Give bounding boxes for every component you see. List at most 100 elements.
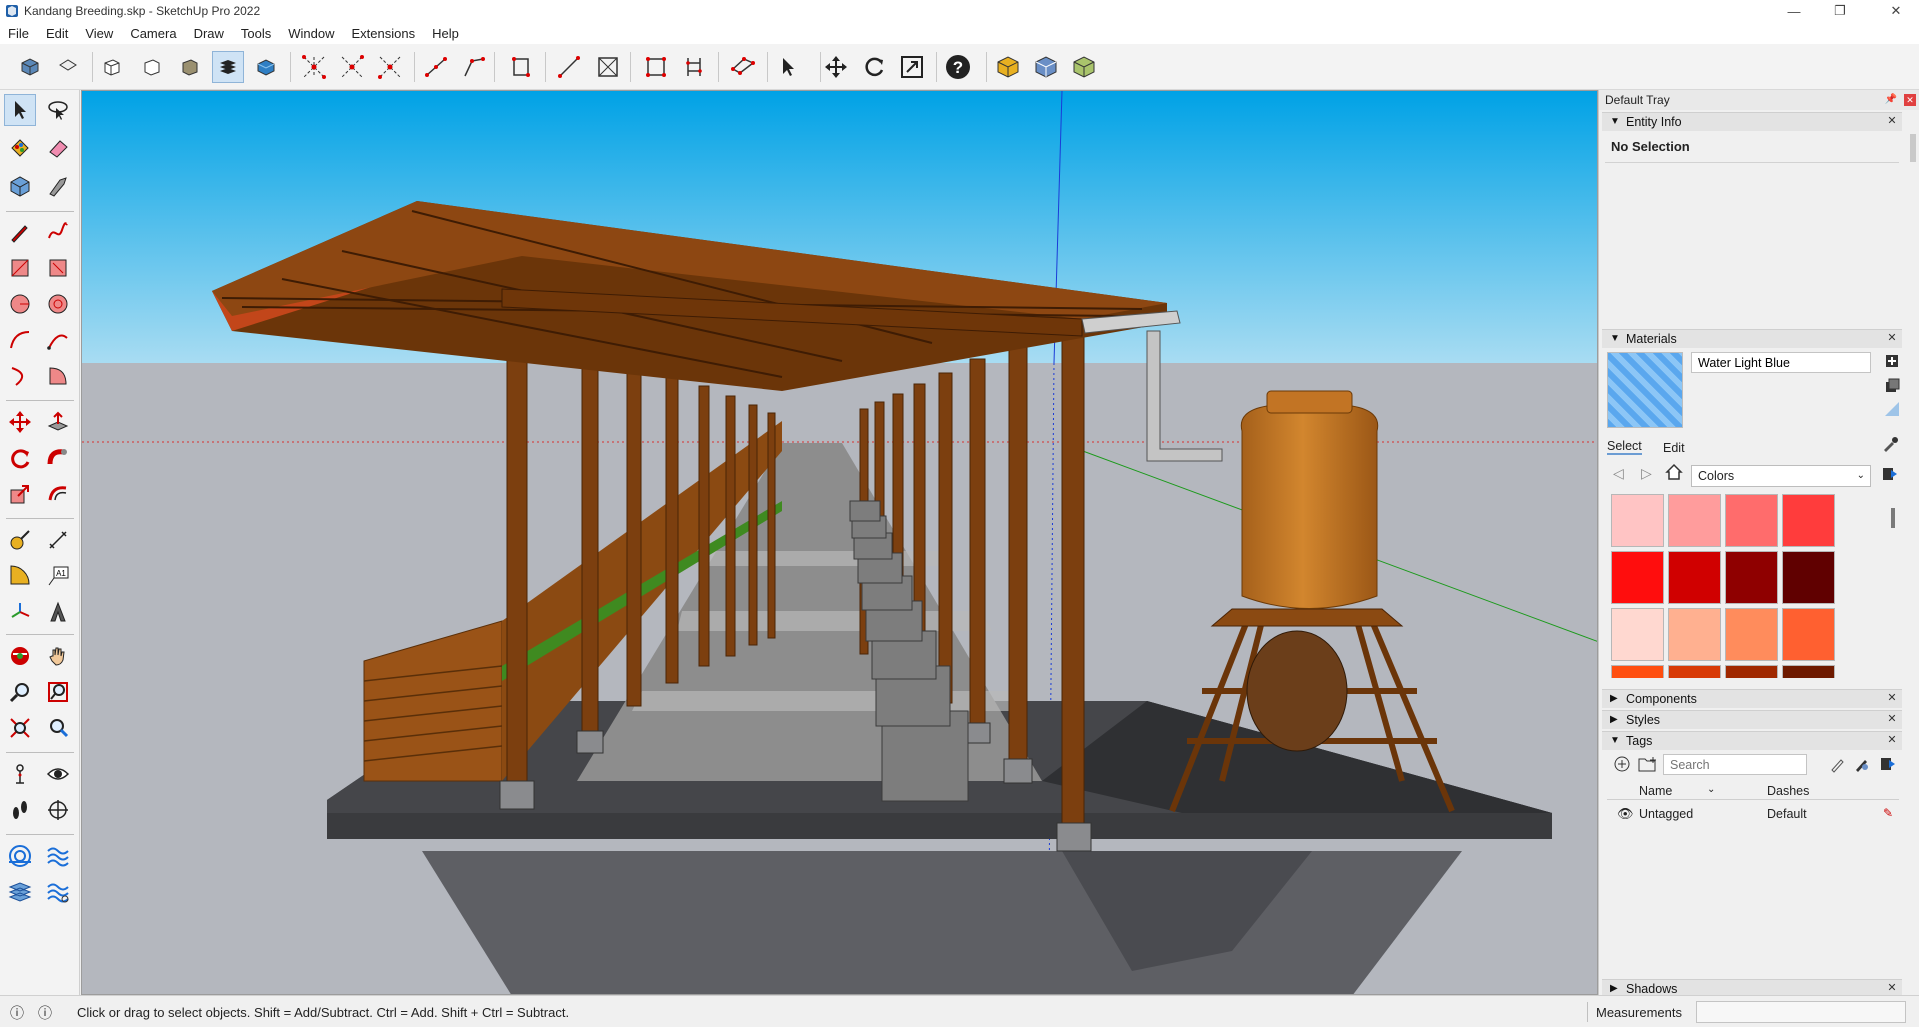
follow-me-icon[interactable] bbox=[42, 442, 74, 474]
model-viewport[interactable] bbox=[81, 90, 1598, 995]
paint-bucket-icon[interactable] bbox=[4, 132, 36, 164]
menu-window[interactable]: Window bbox=[288, 26, 334, 41]
visibility-eye-icon[interactable]: 👁 bbox=[1617, 806, 1634, 822]
tags-search-input[interactable] bbox=[1663, 754, 1807, 775]
rotated-rectangle-icon[interactable] bbox=[42, 252, 74, 284]
back-arrow-icon[interactable]: ◁ bbox=[1613, 465, 1624, 482]
panel-close-icon[interactable]: ✕ bbox=[1886, 714, 1898, 726]
sandbox-contours-icon[interactable] bbox=[4, 840, 36, 872]
duplicate-material-icon[interactable] bbox=[1883, 376, 1901, 394]
rotate-tool-icon[interactable] bbox=[4, 442, 36, 474]
panel-close-icon[interactable]: ✕ bbox=[1886, 983, 1898, 995]
menu-view[interactable]: View bbox=[85, 26, 113, 41]
rectangle-icon[interactable] bbox=[4, 252, 36, 284]
position-camera-icon[interactable] bbox=[4, 758, 36, 790]
tags-header[interactable]: ▼ Tags ✕ bbox=[1602, 731, 1902, 750]
material-name-field[interactable] bbox=[1691, 352, 1871, 373]
restore-button[interactable]: ❐ bbox=[1817, 0, 1863, 22]
sandbox-scratch-icon[interactable] bbox=[42, 840, 74, 872]
panel-close-icon[interactable]: ✕ bbox=[1886, 693, 1898, 705]
freehand-icon[interactable] bbox=[42, 216, 74, 248]
select-tool-icon[interactable] bbox=[4, 94, 36, 126]
material-swatch[interactable] bbox=[1668, 494, 1721, 547]
material-swatch[interactable] bbox=[1611, 551, 1664, 604]
material-swatch[interactable] bbox=[1782, 608, 1835, 661]
axes-rotate-icon[interactable] bbox=[336, 51, 368, 83]
push-pull-icon[interactable] bbox=[42, 406, 74, 438]
extension-warehouse-icon[interactable] bbox=[1030, 51, 1062, 83]
walk-footprints-icon[interactable] bbox=[4, 794, 36, 826]
status-help-icon[interactable]: ⓘ bbox=[38, 1003, 52, 1023]
arc-tool-icon[interactable] bbox=[4, 324, 36, 356]
polygon-icon[interactable] bbox=[42, 288, 74, 320]
make-component-icon[interactable] bbox=[4, 170, 36, 202]
offset-tool-icon[interactable] bbox=[42, 478, 74, 510]
layers-stack-icon[interactable] bbox=[212, 51, 244, 83]
swatch-scrollbar[interactable] bbox=[1891, 508, 1895, 528]
protractor-icon[interactable] bbox=[4, 560, 36, 592]
pie-icon[interactable] bbox=[42, 360, 74, 392]
shaded-textures-icon[interactable] bbox=[250, 51, 282, 83]
eyedropper-icon[interactable] bbox=[1881, 435, 1899, 453]
materials-header[interactable]: ▼ Materials ✕ bbox=[1602, 329, 1902, 348]
two-point-arc-icon[interactable] bbox=[42, 324, 74, 356]
zoom-extents-tool-icon[interactable] bbox=[4, 712, 36, 744]
panel-close-icon[interactable]: ✕ bbox=[1886, 735, 1898, 747]
dimension-tool-icon[interactable] bbox=[42, 524, 74, 556]
components-header[interactable]: ▶ Components ✕ bbox=[1602, 689, 1902, 708]
tags-col-name[interactable]: Name bbox=[1639, 784, 1672, 798]
sandbox-smoove-icon[interactable] bbox=[4, 876, 36, 908]
default-material-icon[interactable] bbox=[1883, 400, 1901, 418]
help-icon[interactable]: ? bbox=[942, 51, 974, 83]
zoom-extents-icon[interactable] bbox=[896, 51, 928, 83]
tape-measure-icon[interactable] bbox=[4, 524, 36, 556]
look-around-eye-icon[interactable] bbox=[42, 758, 74, 790]
tag-tool-icon[interactable] bbox=[42, 170, 74, 202]
scale-tool-icon[interactable] bbox=[4, 478, 36, 510]
section-plane-icon[interactable] bbox=[42, 794, 74, 826]
sandbox-drape-icon[interactable] bbox=[42, 876, 74, 908]
right-view-icon[interactable] bbox=[136, 51, 168, 83]
status-info-icon[interactable]: ⓘ bbox=[10, 1003, 24, 1023]
section-icon[interactable] bbox=[505, 51, 537, 83]
tags-col-dashes[interactable]: Dashes bbox=[1767, 784, 1809, 798]
lasso-tool-icon[interactable] bbox=[42, 94, 74, 126]
measurements-input[interactable] bbox=[1696, 1001, 1906, 1023]
menu-draw[interactable]: Draw bbox=[194, 26, 224, 41]
frame-icon[interactable] bbox=[640, 51, 672, 83]
panel-close-icon[interactable]: ✕ bbox=[1886, 116, 1898, 128]
styles-header[interactable]: ▶ Styles ✕ bbox=[1602, 710, 1902, 729]
move-tool-icon[interactable] bbox=[4, 406, 36, 438]
material-swatch[interactable] bbox=[1725, 494, 1778, 547]
material-swatch[interactable] bbox=[1725, 665, 1778, 678]
add-tag-icon[interactable] bbox=[1613, 755, 1631, 773]
scene-canvas[interactable] bbox=[82, 91, 1598, 995]
tray-close-icon[interactable]: ✕ bbox=[1904, 94, 1916, 106]
material-swatch[interactable] bbox=[1668, 608, 1721, 661]
axes-move-icon[interactable] bbox=[298, 51, 330, 83]
axes-tool-icon[interactable] bbox=[4, 596, 36, 628]
entity-info-header[interactable]: ▼ Entity Info ✕ bbox=[1602, 112, 1902, 131]
zoom-magnifier-icon[interactable] bbox=[4, 676, 36, 708]
tag-color-icon[interactable] bbox=[1853, 755, 1871, 773]
material-swatch[interactable] bbox=[1611, 608, 1664, 661]
material-swatch[interactable] bbox=[1782, 665, 1835, 678]
3d-warehouse-icon[interactable] bbox=[992, 51, 1024, 83]
front-view-icon[interactable] bbox=[96, 51, 128, 83]
tape-icon[interactable] bbox=[553, 51, 585, 83]
menu-edit[interactable]: Edit bbox=[46, 26, 68, 41]
layout-icon[interactable] bbox=[1068, 51, 1100, 83]
dimension-icon[interactable] bbox=[678, 51, 710, 83]
menu-help[interactable]: Help bbox=[432, 26, 459, 41]
materials-tab-select[interactable]: Select bbox=[1607, 439, 1642, 455]
table-row[interactable]: 👁 Untagged Default ✎ bbox=[1607, 804, 1899, 824]
box-select-icon[interactable] bbox=[592, 51, 624, 83]
tag-pencil-icon[interactable] bbox=[1829, 755, 1847, 773]
forward-arrow-icon[interactable]: ▷ bbox=[1641, 465, 1652, 482]
home-icon[interactable] bbox=[1665, 463, 1683, 481]
panel-close-icon[interactable]: ✕ bbox=[1886, 333, 1898, 345]
circle-icon[interactable] bbox=[4, 288, 36, 320]
sort-chevron-icon[interactable]: ⌄ bbox=[1707, 784, 1715, 795]
material-swatch[interactable] bbox=[1782, 551, 1835, 604]
iso-view-icon[interactable] bbox=[14, 51, 46, 83]
